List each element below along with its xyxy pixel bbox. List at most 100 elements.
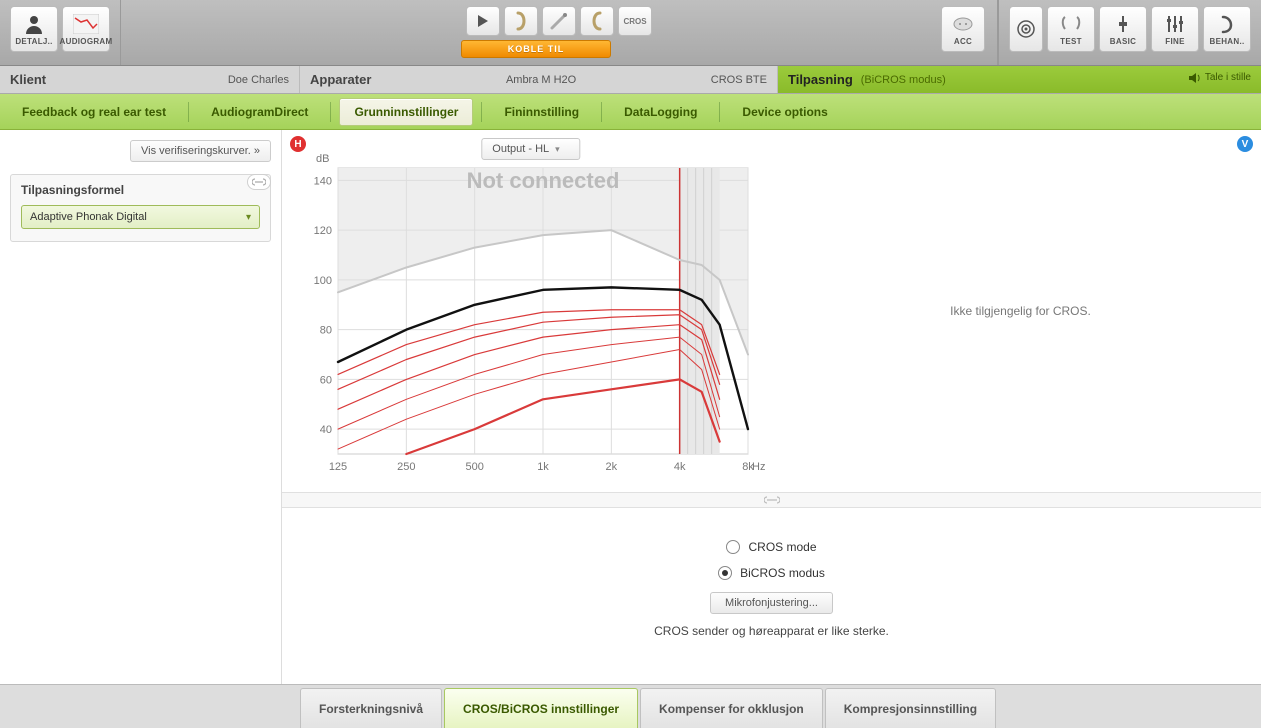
toolbar-center-group: CROS KOBLE TIL ACC [121, 0, 998, 65]
green-tab[interactable]: Feedback og real ear test [8, 99, 180, 125]
tab-separator [601, 102, 602, 122]
bottom-tab-strip: ForsterkningsnivåCROS/BiCROS innstilling… [0, 684, 1261, 728]
tab-separator [188, 102, 189, 122]
device-button-3[interactable] [580, 6, 614, 36]
svg-text:80: 80 [320, 325, 332, 337]
green-tab[interactable]: Grunninnstillinger [339, 98, 473, 126]
apparater-model: Ambra M H2O [506, 74, 576, 86]
tab-separator [719, 102, 720, 122]
chart-row: Output - HL 4060801001201401252505001k2k… [282, 130, 1261, 492]
fine-label: FINE [1165, 37, 1184, 46]
bottom-tab[interactable]: CROS/BiCROS innstillinger [444, 688, 638, 728]
basic-label: BASIC [1110, 37, 1136, 46]
controls-hint: CROS sender og høreapparat er like sterk… [654, 624, 889, 638]
svg-text:100: 100 [314, 275, 332, 287]
cros-chip[interactable]: CROS [618, 6, 652, 36]
test-button[interactable]: TEST [1047, 6, 1095, 52]
chart-column: H V Output - HL 406080100120140125250500… [282, 130, 1261, 684]
svg-text:250: 250 [397, 461, 415, 473]
cros-mode-row[interactable]: CROS mode [726, 540, 816, 554]
apparater-type: CROS BTE [711, 74, 767, 86]
radio-bicros[interactable] [718, 566, 732, 580]
audiogram-icon [72, 13, 100, 35]
speaker-icon [1189, 73, 1201, 83]
green-tab[interactable]: Device options [728, 99, 841, 125]
person-icon [20, 13, 48, 35]
toolbar-left-group: DETALJ.. AUDIOGRAM [0, 0, 121, 65]
klient-title: Klient [10, 72, 46, 87]
play-icon [478, 15, 488, 27]
bicros-mode-row[interactable]: BiCROS modus [718, 566, 825, 580]
behandle-label: BEHAN.. [1210, 37, 1245, 46]
sliders-icon [1161, 13, 1189, 35]
fine-button[interactable]: FINE [1151, 6, 1199, 52]
link-icon [764, 496, 780, 504]
green-tab-strip: Feedback og real ear test AudiogramDirect… [0, 94, 1261, 130]
hearing-aid-icon [514, 11, 528, 31]
svg-text:40: 40 [320, 424, 332, 436]
test-label: TEST [1060, 37, 1082, 46]
svg-text:60: 60 [320, 374, 332, 386]
formula-selected: Adaptive Phonak Digital [30, 211, 147, 223]
tilpasning-mode: (BiCROS modus) [861, 74, 946, 86]
acc-button[interactable]: ACC [941, 6, 985, 52]
play-button[interactable] [466, 6, 500, 36]
detaljer-label: DETALJ.. [15, 37, 52, 46]
green-tab[interactable]: Fininnstilling [490, 99, 593, 125]
svg-text:dB: dB [316, 153, 329, 165]
toolbar-right-group: TEST BASIC FINE BEHAN.. [998, 0, 1261, 65]
cros-mode-label: CROS mode [748, 540, 816, 554]
output-dropdown[interactable]: Output - HL [481, 138, 580, 160]
svg-text:140: 140 [314, 175, 332, 187]
panel-title: Tilpasningsformel [21, 183, 260, 197]
acc-label: ACC [954, 37, 972, 46]
remote-icon [949, 13, 977, 35]
tab-separator [330, 102, 331, 122]
basic-button[interactable]: BASIC [1099, 6, 1147, 52]
hearing-aid-icon [590, 11, 604, 31]
divider-link[interactable] [282, 492, 1261, 508]
audiogram-button[interactable]: AUDIOGRAM [62, 6, 110, 52]
probe-icon [550, 12, 568, 30]
device-manage-icon [1213, 13, 1241, 35]
bottom-tab[interactable]: Kompresjonsinnstilling [825, 688, 996, 728]
link-icon[interactable] [247, 174, 271, 190]
green-tab[interactable]: AudiogramDirect [197, 99, 322, 125]
chart-svg: 4060801001201401252505001k2k4k8kdBHzNot … [298, 134, 768, 484]
bottom-tab[interactable]: Kompenser for okklusjon [640, 688, 823, 728]
side-panel: Vis verifiseringskurver. » Tilpasningsfo… [0, 130, 282, 684]
formula-select[interactable]: Adaptive Phonak Digital [21, 205, 260, 229]
target-icon [1016, 19, 1036, 39]
detaljer-button[interactable]: DETALJ.. [10, 6, 58, 52]
chart-left: Output - HL 4060801001201401252505001k2k… [282, 130, 780, 492]
tale-status: Tale i stille [1189, 72, 1251, 83]
vis-verifisering-button[interactable]: Vis verifiseringskurver. » [130, 140, 271, 162]
bottom-tab[interactable]: Forsterkningsnivå [300, 688, 442, 728]
tilpasning-title: Tilpasning [788, 72, 853, 87]
tilpasningsformel-panel: Tilpasningsformel Adaptive Phonak Digita… [10, 174, 271, 242]
tab-separator [481, 102, 482, 122]
mikrofonjustering-button[interactable]: Mikrofonjustering... [710, 592, 833, 614]
radio-cros[interactable] [726, 540, 740, 554]
badge-v: V [1237, 136, 1253, 152]
info-bar: Klient Doe Charles Apparater Ambra M H2O… [0, 66, 1261, 94]
koble-til-button[interactable]: KOBLE TIL [461, 40, 611, 58]
svg-text:4k: 4k [674, 461, 686, 473]
green-tab[interactable]: DataLogging [610, 99, 711, 125]
svg-text:1k: 1k [537, 461, 549, 473]
audiogram-label: AUDIOGRAM [60, 37, 113, 46]
device-button-2[interactable] [542, 6, 576, 36]
slider-single-icon [1109, 13, 1137, 35]
svg-text:125: 125 [329, 461, 347, 473]
bicros-mode-label: BiCROS modus [740, 566, 825, 580]
top-toolbar: DETALJ.. AUDIOGRAM CROS KOBLE TIL [0, 0, 1261, 66]
behandle-button[interactable]: BEHAN.. [1203, 6, 1251, 52]
cros-controls: CROS mode BiCROS modus Mikrofonjustering… [282, 508, 1261, 684]
device-button-1[interactable] [504, 6, 538, 36]
apparater-title: Apparater [310, 72, 371, 87]
target-button[interactable] [1009, 6, 1043, 52]
main-area: Vis verifiseringskurver. » Tilpasningsfo… [0, 130, 1261, 684]
klient-value: Doe Charles [228, 74, 289, 86]
apparater-cell: Apparater Ambra M H2O CROS BTE [300, 66, 778, 93]
chart-right-message: Ikke tilgjengelig for CROS. [780, 130, 1261, 492]
